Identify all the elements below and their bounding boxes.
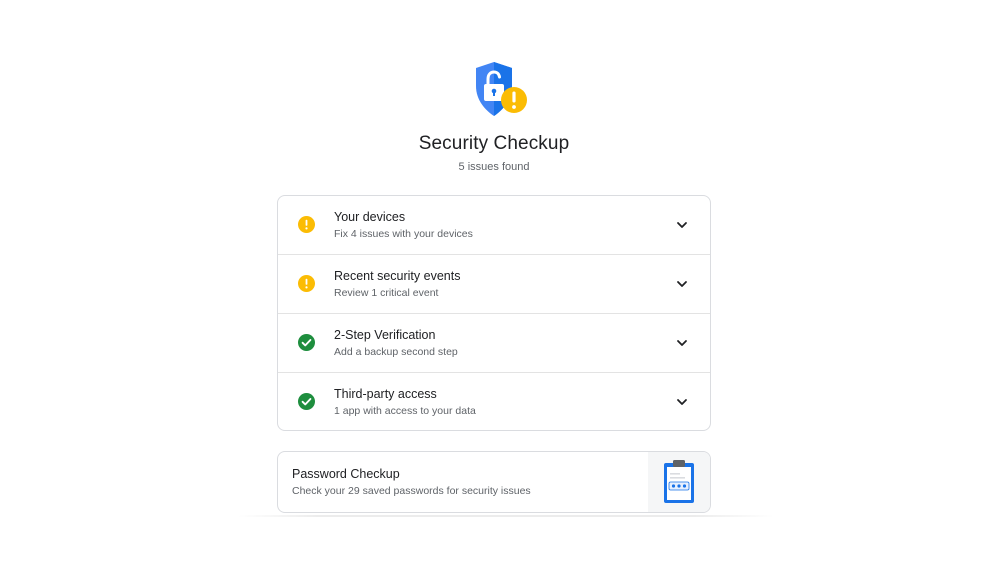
password-checkup-description: Check your 29 saved passwords for securi… — [292, 485, 531, 497]
check-item-description: Fix 4 issues with your devices — [334, 228, 473, 240]
password-checkup-card[interactable]: Password Checkup Check your 29 saved pas… — [277, 451, 711, 513]
check-item-title: Third-party access — [334, 387, 437, 401]
page-title: Security Checkup — [418, 133, 570, 154]
check-item-title: 2-Step Verification — [334, 328, 436, 342]
check-item-description: Add a backup second step — [334, 346, 458, 358]
issues-count: 5 issues found — [458, 161, 530, 173]
shield-lock-warning-icon — [476, 62, 527, 116]
check-item-title: Recent security events — [334, 269, 461, 283]
check-item-third-party-access[interactable]: Third-party access 1 app with access to … — [278, 373, 710, 430]
check-item-2-step-verification[interactable]: 2-Step Verification Add a backup second … — [278, 314, 710, 373]
check-item-description: Review 1 critical event — [334, 287, 439, 299]
chevron-down-icon[interactable] — [676, 337, 688, 349]
check-circle-icon — [298, 393, 315, 410]
warning-icon — [298, 216, 315, 233]
bottom-divider — [238, 515, 774, 517]
clipboard-password-icon — [664, 460, 694, 503]
password-checkup-title: Password Checkup — [292, 467, 400, 481]
chevron-down-icon[interactable] — [676, 219, 688, 231]
chevron-down-icon[interactable] — [676, 396, 688, 408]
check-item-title: Your devices — [334, 210, 406, 224]
security-checkup-page: Security Checkup 5 issues found Your dev… — [0, 0, 1000, 562]
checkup-list: Your devices Fix 4 issues with your devi… — [277, 195, 711, 431]
check-item-description: 1 app with access to your data — [334, 405, 476, 417]
chevron-down-icon[interactable] — [676, 278, 688, 290]
check-item-your-devices[interactable]: Your devices Fix 4 issues with your devi… — [278, 196, 710, 255]
warning-icon — [298, 275, 315, 292]
check-item-recent-security-events[interactable]: Recent security events Review 1 critical… — [278, 255, 710, 314]
check-circle-icon — [298, 334, 315, 351]
password-checkup-illustration — [648, 452, 710, 512]
